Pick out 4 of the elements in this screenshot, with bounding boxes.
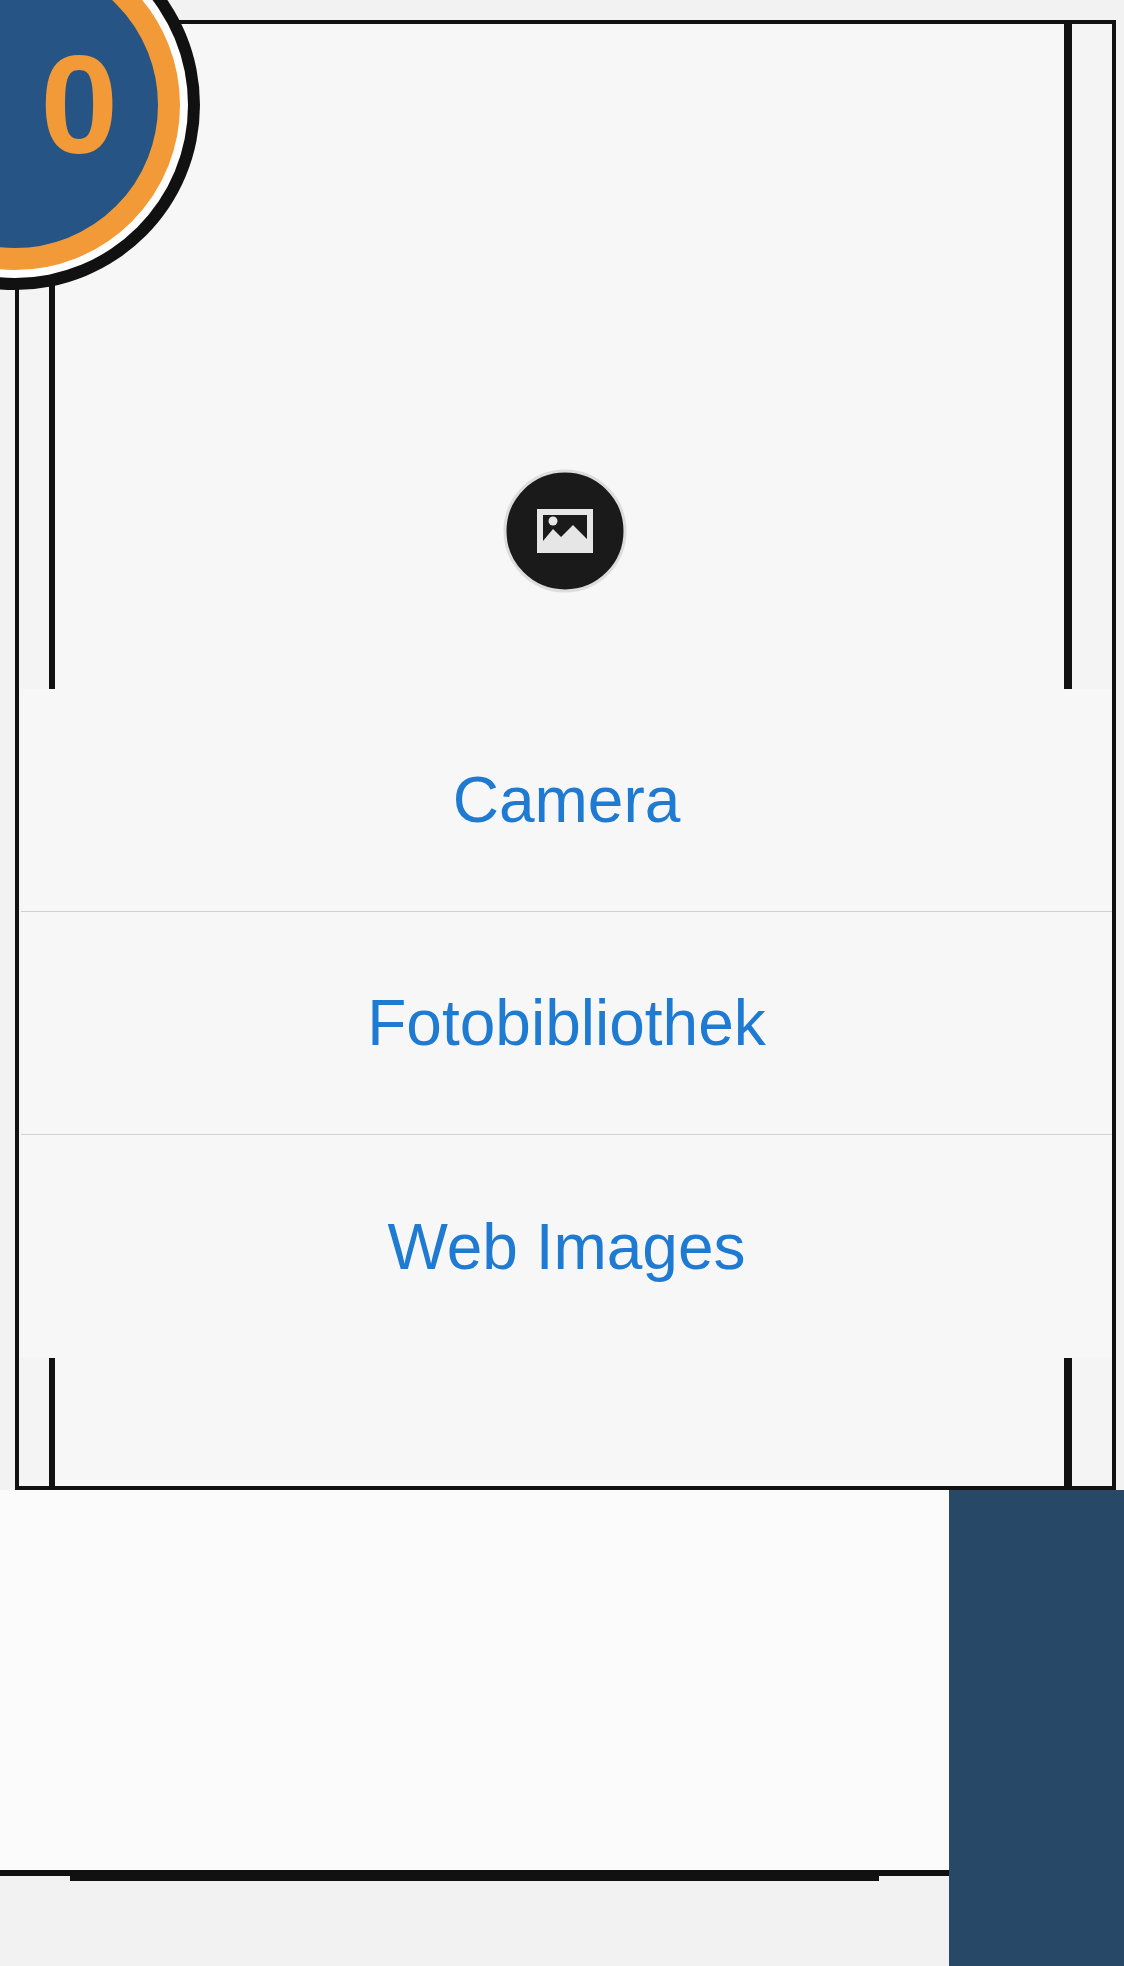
menu-item[interactable]: Fotobibliothek bbox=[21, 912, 1112, 1135]
menu-item[interactable]: Camera bbox=[21, 689, 1112, 912]
image-icon[interactable] bbox=[503, 469, 627, 593]
menu-item[interactable]: Web Images bbox=[21, 1135, 1112, 1358]
